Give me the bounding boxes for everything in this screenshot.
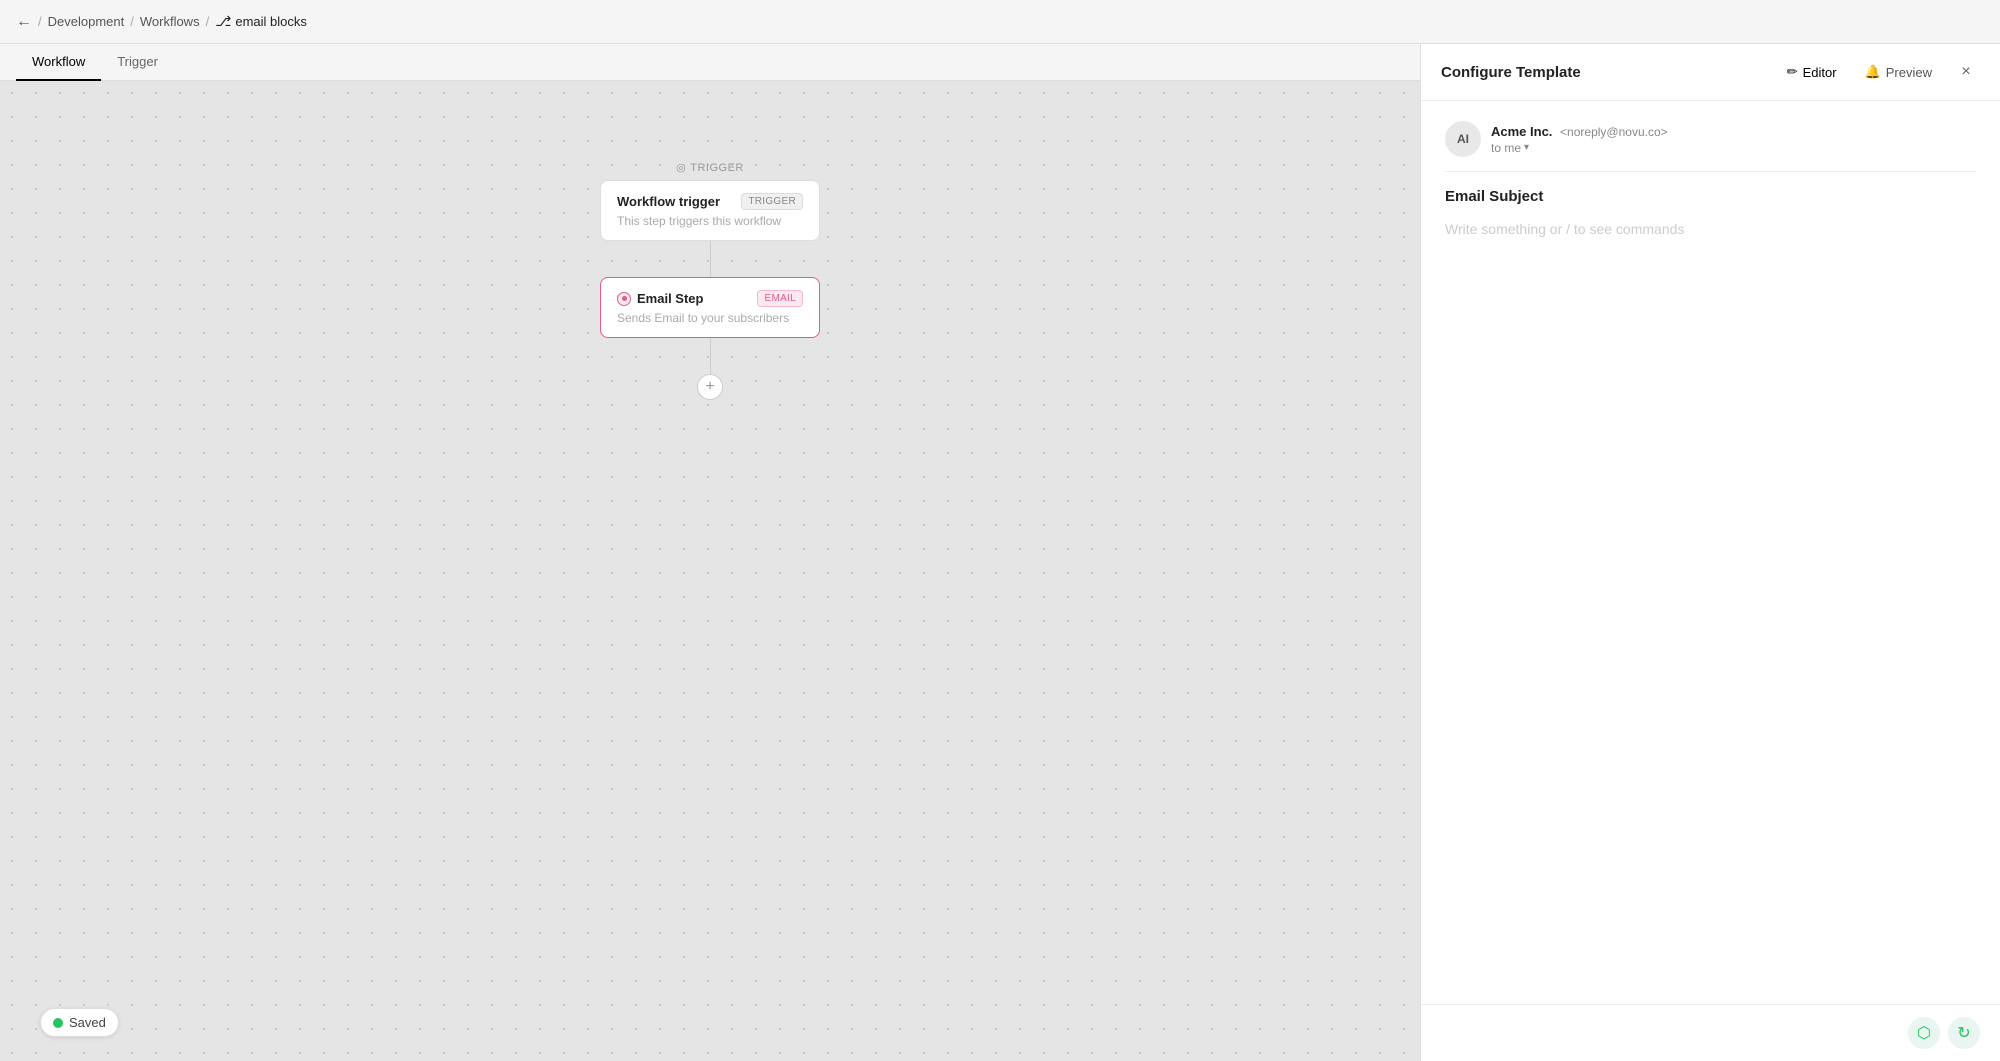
- email-step-title: Email Step: [617, 291, 703, 306]
- email-step-title-text: Email Step: [637, 291, 703, 306]
- workflow-canvas[interactable]: ◎ TRIGGER Workflow trigger TRIGGER This …: [0, 81, 1420, 1061]
- trigger-card-title: Workflow trigger: [617, 194, 720, 209]
- separator-2: /: [130, 14, 134, 29]
- right-panel-header: Configure Template ✏ Editor 🔔 Preview ×: [1421, 44, 2000, 101]
- from-info: Acme Inc. <noreply@novu.co> to me ▾: [1491, 124, 1668, 155]
- email-step-desc: Sends Email to your subscribers: [617, 311, 803, 325]
- right-panel: Configure Template ✏ Editor 🔔 Preview × …: [1420, 44, 2000, 1061]
- saved-dot-icon: [53, 1018, 63, 1028]
- trigger-node: ◎ TRIGGER Workflow trigger TRIGGER This …: [600, 161, 820, 241]
- saved-label: Saved: [69, 1015, 106, 1030]
- email-from: AI Acme Inc. <noreply@novu.co> to me ▾: [1445, 121, 1976, 172]
- separator-3: /: [206, 14, 210, 29]
- editor-label: Editor: [1803, 65, 1837, 80]
- to-chevron-icon: ▾: [1524, 142, 1529, 153]
- main-layout: Workflow Trigger ◎ TRIGGER Workflow trig…: [0, 44, 2000, 1061]
- footer-icon-1-symbol: ⬡: [1917, 1023, 1931, 1043]
- footer-icon-1[interactable]: ⬡: [1908, 1017, 1940, 1049]
- separator-1: /: [38, 14, 42, 29]
- email-badge: EMAIL: [757, 290, 803, 307]
- editor-icon: ✏: [1787, 64, 1798, 80]
- email-compose: AI Acme Inc. <noreply@novu.co> to me ▾ E…: [1421, 101, 2000, 1004]
- to-line[interactable]: to me ▾: [1491, 141, 1668, 155]
- footer-icon-2[interactable]: ↻: [1948, 1017, 1980, 1049]
- back-button[interactable]: ←: [16, 13, 32, 31]
- saved-badge: Saved: [40, 1008, 119, 1037]
- preview-button[interactable]: 🔔 Preview: [1857, 60, 1940, 84]
- connector-2: [710, 338, 711, 374]
- email-icon-dot: [617, 292, 631, 306]
- connector-1: [710, 241, 711, 277]
- workflow-icon: ⎇: [215, 13, 231, 30]
- email-body-placeholder[interactable]: Write something or / to see commands: [1445, 217, 1976, 241]
- canvas-area: Workflow Trigger ◎ TRIGGER Workflow trig…: [0, 44, 1420, 1061]
- from-name: Acme Inc. <noreply@novu.co>: [1491, 124, 1668, 139]
- email-step-card[interactable]: Email Step EMAIL Sends Email to your sub…: [600, 277, 820, 338]
- breadcrumb-development[interactable]: Development: [48, 14, 125, 29]
- breadcrumb-workflows[interactable]: Workflows: [140, 14, 200, 29]
- editor-button[interactable]: ✏ Editor: [1779, 60, 1845, 84]
- avatar: AI: [1445, 121, 1481, 157]
- preview-icon: 🔔: [1865, 64, 1881, 80]
- trigger-label-text: TRIGGER: [690, 162, 744, 174]
- trigger-badge: TRIGGER: [741, 193, 803, 210]
- top-nav: ← / Development / Workflows / ⎇ email bl…: [0, 0, 2000, 44]
- tab-trigger[interactable]: Trigger: [101, 44, 174, 81]
- close-panel-button[interactable]: ×: [1952, 58, 1980, 86]
- email-step-card-header: Email Step EMAIL: [617, 290, 803, 307]
- email-step-node: Email Step EMAIL Sends Email to your sub…: [600, 277, 820, 338]
- preview-label: Preview: [1886, 65, 1932, 80]
- add-step-button[interactable]: +: [697, 374, 723, 400]
- right-panel-actions: ✏ Editor 🔔 Preview ×: [1779, 58, 1980, 86]
- trigger-circle-icon: ◎: [676, 161, 686, 174]
- footer-icon-2-symbol: ↻: [1957, 1023, 1970, 1043]
- email-subject-label: Email Subject: [1445, 188, 1976, 205]
- breadcrumb-current-label: email blocks: [235, 14, 307, 29]
- right-panel-footer: ⬡ ↻: [1421, 1004, 2000, 1061]
- trigger-label: ◎ TRIGGER: [676, 161, 744, 174]
- trigger-card[interactable]: Workflow trigger TRIGGER This step trigg…: [600, 180, 820, 241]
- tab-workflow[interactable]: Workflow: [16, 44, 101, 81]
- breadcrumb: ← / Development / Workflows / ⎇ email bl…: [16, 13, 307, 31]
- breadcrumb-current: ⎇ email blocks: [215, 13, 307, 30]
- workflow-container: ◎ TRIGGER Workflow trigger TRIGGER This …: [600, 161, 820, 400]
- trigger-card-header: Workflow trigger TRIGGER: [617, 193, 803, 210]
- tabs-bar: Workflow Trigger: [0, 44, 1420, 81]
- to-label: to me: [1491, 141, 1521, 155]
- trigger-card-desc: This step triggers this workflow: [617, 214, 803, 228]
- sender-name: Acme Inc.: [1491, 124, 1552, 139]
- right-panel-title: Configure Template: [1441, 64, 1581, 81]
- sender-email: <noreply@novu.co>: [1560, 125, 1668, 139]
